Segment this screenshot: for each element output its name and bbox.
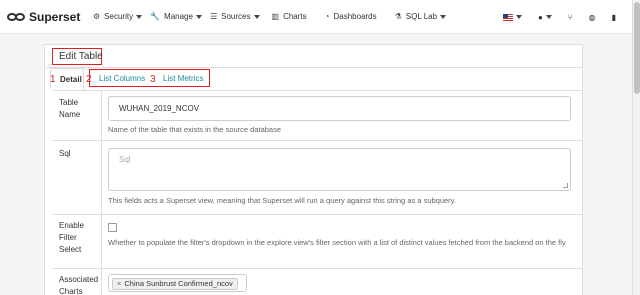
- tab-list-metrics[interactable]: List Metrics: [163, 74, 203, 83]
- chevron-down-icon: [136, 14, 143, 19]
- table-name-label: Table Name: [59, 98, 81, 119]
- language-menu[interactable]: [495, 0, 530, 34]
- user-menu[interactable]: ●: [530, 0, 560, 34]
- column-divider: [101, 215, 102, 268]
- nav-dashboards-link[interactable]: ◔ Dashboards: [321, 0, 381, 34]
- dashboard-icon: ◔: [324, 12, 330, 21]
- tab-list-columns[interactable]: List Columns: [99, 74, 145, 83]
- associated-charts-label: Associated Charts: [59, 275, 99, 295]
- filter-select-label: Enable Filter Select: [59, 221, 84, 254]
- filter-select-checkbox[interactable]: [108, 223, 117, 232]
- nav-sources-label: Sources: [221, 12, 251, 21]
- github-icon: ◍: [588, 12, 596, 22]
- chevron-down-icon: [253, 14, 260, 19]
- column-divider: [101, 269, 102, 295]
- bar-chart-icon: ▥: [271, 12, 280, 21]
- annotation-number-2: 2: [86, 74, 92, 85]
- wrench-icon: 🔧: [150, 12, 161, 21]
- associated-charts-row: Associated Charts × China Sunbrust Confir…: [53, 268, 583, 295]
- chevron-down-icon: [440, 14, 447, 19]
- book-icon: ▮: [611, 12, 616, 22]
- column-divider: [101, 91, 102, 140]
- chevron-down-icon: [195, 14, 202, 19]
- user-icon: ●: [537, 12, 543, 22]
- table-name-input[interactable]: WUHAN_2019_NCOV: [108, 96, 571, 121]
- nav-dashboards-label: Dashboards: [333, 12, 377, 21]
- chart-tag: × China Sunbrust Confirmed_ncov: [112, 278, 238, 290]
- associated-charts-select[interactable]: × China Sunbrust Confirmed_ncov: [108, 274, 247, 292]
- column-divider: [101, 141, 102, 214]
- version-icon: ⑂: [567, 12, 573, 22]
- nav-charts-link[interactable]: ▥ Charts: [268, 0, 311, 34]
- resize-handle-icon[interactable]: [563, 183, 568, 188]
- annotation-number-3: 3: [150, 74, 156, 85]
- flask-icon: ⚗: [394, 12, 402, 21]
- top-navbar: Superset ⚙ Security 🔧 Manage ☰ Sources ▥…: [0, 0, 632, 34]
- nav-charts-label: Charts: [283, 12, 307, 21]
- sql-help: This fields acts a Superset view, meanin…: [108, 196, 456, 205]
- nav-sqllab-menu[interactable]: ⚗ SQL Lab: [391, 0, 450, 34]
- filter-select-row: Enable Filter Select Whether to populate…: [53, 214, 583, 268]
- tabs-divider: [46, 67, 582, 68]
- nav-security-label: Security: [104, 12, 134, 21]
- sql-label: Sql: [59, 149, 71, 158]
- database-icon: ☰: [209, 12, 218, 21]
- annotation-number-1: 1: [50, 74, 56, 85]
- remove-tag-icon[interactable]: ×: [117, 279, 121, 288]
- github-link[interactable]: ◍: [581, 0, 604, 34]
- brand-name: Superset: [29, 9, 81, 24]
- filter-select-help: Whether to populate the filter's dropdow…: [108, 238, 566, 247]
- sql-textarea[interactable]: Sql: [108, 148, 571, 191]
- sql-placeholder: Sql: [119, 155, 131, 164]
- page-title: Edit Table: [59, 51, 103, 62]
- sql-row: Sql Sql This fields acts a Superset view…: [53, 140, 583, 214]
- table-name-help: Name of the table that exists in the sou…: [108, 125, 282, 134]
- tab-detail[interactable]: Detail: [60, 75, 82, 84]
- nav-sources-menu[interactable]: ☰ Sources: [206, 0, 264, 34]
- nav-security-menu[interactable]: ⚙ Security: [89, 0, 146, 34]
- docs-link[interactable]: ▮: [604, 0, 624, 34]
- table-name-row: Table Name WUHAN_2019_NCOV Name of the t…: [53, 90, 583, 140]
- version-link[interactable]: ⑂: [560, 0, 581, 34]
- page-scrollbar[interactable]: [632, 0, 640, 295]
- nav-manage-menu[interactable]: 🔧 Manage: [146, 0, 206, 34]
- brand-link[interactable]: Superset: [7, 10, 89, 24]
- nav-manage-label: Manage: [164, 12, 193, 21]
- nav-sqllab-label: SQL Lab: [405, 12, 438, 21]
- chart-tag-label: China Sunbrust Confirmed_ncov: [124, 279, 233, 288]
- gear-icon: ⚙: [93, 12, 101, 21]
- chevron-down-icon: [545, 15, 552, 19]
- flag-icon: [502, 13, 513, 21]
- scrollbar-thumb[interactable]: [634, 2, 640, 94]
- chevron-down-icon: [515, 15, 522, 19]
- superset-logo-icon: [7, 12, 25, 22]
